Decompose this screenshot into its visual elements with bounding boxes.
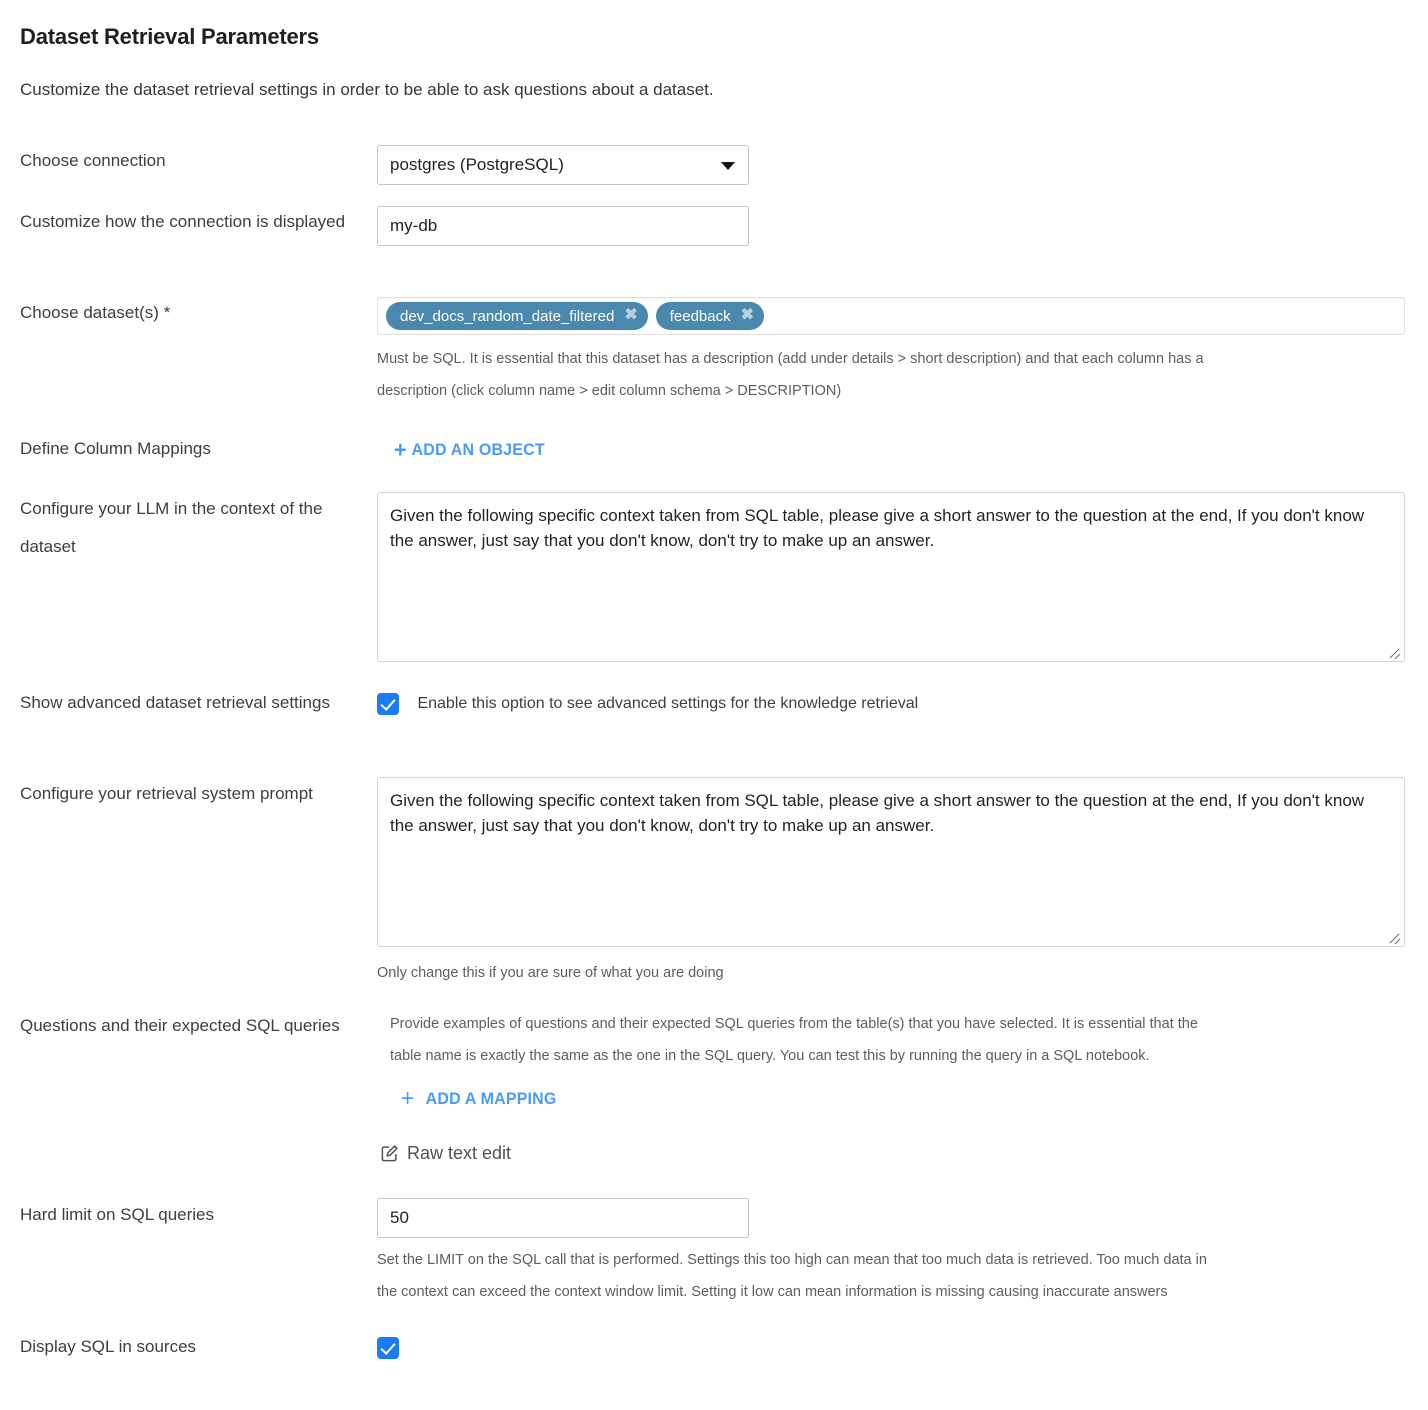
retrieval-system-prompt-value: Given the following specific context tak… bbox=[390, 791, 1365, 835]
add-a-mapping-label: ADD A MAPPING bbox=[425, 1089, 557, 1108]
show-advanced-settings-description: Enable this option to see advanced setti… bbox=[417, 695, 919, 712]
add-an-object-button[interactable]: + ADD AN OBJECT bbox=[394, 438, 554, 462]
dataset-chip[interactable]: feedback ✖ bbox=[655, 302, 765, 330]
connection-display-name-input[interactable]: my-db bbox=[377, 206, 749, 246]
hard-limit-value: 50 bbox=[390, 1208, 409, 1227]
llm-context-value: Given the following specific context tak… bbox=[390, 506, 1365, 550]
page-title: Dataset Retrieval Parameters bbox=[20, 24, 319, 49]
retrieval-system-prompt-textarea[interactable]: Given the following specific context tak… bbox=[377, 777, 1405, 947]
dataset-chip-label: dev_docs_random_date_filtered bbox=[400, 307, 615, 325]
connection-select[interactable]: postgres (PostgreSQL) bbox=[377, 145, 749, 185]
hard-limit-help: Set the LIMIT on the SQL call that is pe… bbox=[377, 1252, 1207, 1300]
label-define-column-mappings: Define Column Mappings bbox=[20, 439, 211, 458]
llm-context-textarea[interactable]: Given the following specific context tak… bbox=[377, 492, 1405, 662]
label-choose-connection: Choose connection bbox=[20, 151, 166, 170]
connection-select-value: postgres (PostgreSQL) bbox=[390, 155, 564, 174]
add-a-mapping-button[interactable]: + ADD A MAPPING bbox=[401, 1087, 566, 1111]
label-retrieval-system-prompt: Configure your retrieval system prompt bbox=[20, 784, 313, 803]
connection-display-name-value: my-db bbox=[390, 216, 438, 235]
add-an-object-label: ADD AN OBJECT bbox=[411, 439, 545, 459]
plus-icon: + bbox=[394, 436, 407, 463]
questions-sql-help: Provide examples of questions and their … bbox=[390, 1016, 1198, 1064]
display-sql-in-sources-row bbox=[377, 1337, 399, 1359]
resize-handle[interactable] bbox=[1386, 643, 1402, 660]
label-questions-sql-queries: Questions and their expected SQL queries bbox=[20, 1016, 340, 1035]
retrieval-system-prompt-help: Only change this if you are sure of what… bbox=[377, 965, 724, 981]
page-subtitle: Customize the dataset retrieval settings… bbox=[20, 80, 714, 99]
label-connection-display-name: Customize how the connection is displaye… bbox=[20, 212, 346, 231]
label-choose-datasets: Choose dataset(s) * bbox=[20, 303, 171, 322]
chevron-down-icon bbox=[721, 162, 735, 170]
datasets-help-text: Must be SQL. It is essential that this d… bbox=[377, 351, 1204, 399]
label-hard-limit: Hard limit on SQL queries bbox=[20, 1205, 215, 1224]
dataset-chip[interactable]: dev_docs_random_date_filtered ✖ bbox=[386, 302, 648, 330]
resize-handle[interactable] bbox=[1386, 928, 1402, 945]
dataset-retrieval-parameters-form: Dataset Retrieval Parameters Customize t… bbox=[0, 0, 1428, 1410]
plus-icon: + bbox=[401, 1085, 415, 1112]
show-advanced-settings-checkbox[interactable] bbox=[377, 693, 399, 715]
raw-text-edit-label: Raw text edit bbox=[407, 1143, 512, 1163]
label-configure-llm-context: Configure your LLM in the context of the… bbox=[20, 499, 323, 556]
show-advanced-settings-row: Enable this option to see advanced setti… bbox=[377, 693, 918, 715]
label-display-sql-in-sources: Display SQL in sources bbox=[20, 1337, 197, 1356]
label-show-advanced-settings: Show advanced dataset retrieval settings bbox=[20, 693, 330, 712]
dataset-chip-label: feedback bbox=[669, 307, 731, 325]
edit-square-icon bbox=[380, 1144, 407, 1163]
close-icon[interactable]: ✖ bbox=[624, 307, 637, 324]
raw-text-edit-button[interactable]: Raw text edit bbox=[380, 1143, 511, 1168]
dataset-chips-field[interactable]: dev_docs_random_date_filtered ✖ feedback… bbox=[377, 297, 1405, 335]
display-sql-in-sources-checkbox[interactable] bbox=[377, 1337, 399, 1359]
hard-limit-input[interactable]: 50 bbox=[377, 1198, 749, 1238]
close-icon[interactable]: ✖ bbox=[741, 307, 754, 324]
